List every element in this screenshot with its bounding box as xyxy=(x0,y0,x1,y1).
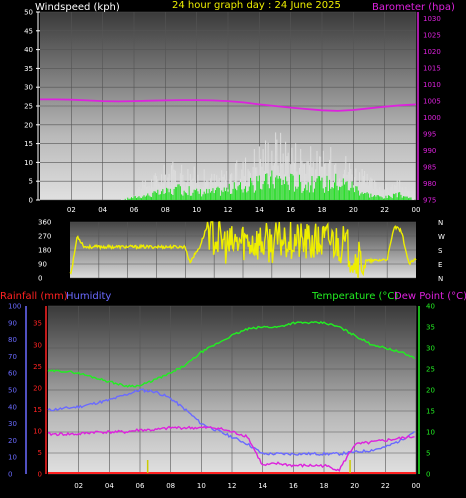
graph-title: 24 hour graph day : 24 June 2025 xyxy=(172,0,341,11)
y2-tick-label: 1005 xyxy=(423,98,441,106)
direction-letter: E xyxy=(438,261,442,269)
panel3-x-tick-label: 14 xyxy=(258,482,267,490)
temp-tick-label: 10 xyxy=(426,429,435,437)
direction-letter: N xyxy=(438,275,443,283)
direction-letter: N xyxy=(438,219,443,227)
temp-tick-label: 30 xyxy=(426,345,435,353)
direction-letter: S xyxy=(438,247,443,255)
x-tick-label: 08 xyxy=(161,206,170,214)
y-tick-label: 45 xyxy=(24,27,33,35)
y-tick-label: 15 xyxy=(24,140,33,148)
dewpoint-label: Dew Point (°C) xyxy=(394,291,466,302)
x-tick-label: 20 xyxy=(349,206,358,214)
dir-tick-label: 360 xyxy=(38,219,51,227)
humidity-tick-label: 100 xyxy=(8,303,21,311)
panel3-x-tick-label: 06 xyxy=(136,482,145,490)
y2-tick-label: 1025 xyxy=(423,32,441,40)
x-tick-label: 22 xyxy=(380,206,389,214)
y2-tick-label: 1030 xyxy=(423,15,441,23)
y-tick-label: 30 xyxy=(24,84,33,92)
humidity-tick-label: 20 xyxy=(8,437,17,445)
panel3-x-tick-label: 04 xyxy=(105,482,114,490)
x-tick-label: 00 xyxy=(412,206,421,214)
rain-tick-label: 25 xyxy=(33,363,42,371)
panel3-x-tick-label: 22 xyxy=(381,482,390,490)
y-tick-label: 40 xyxy=(24,46,33,54)
panel3-x-tick-label: 00 xyxy=(412,482,421,490)
panel3-x-tick-label: 02 xyxy=(74,482,83,490)
humidity-tick-label: 50 xyxy=(8,387,17,395)
y2-tick-label: 1020 xyxy=(423,48,441,56)
humidity-tick-label: 0 xyxy=(8,471,12,479)
y-tick-label: 25 xyxy=(24,103,33,111)
panel3-x-tick-label: 20 xyxy=(350,482,359,490)
y-tick-label: 0 xyxy=(29,197,33,205)
x-tick-label: 10 xyxy=(192,206,201,214)
humidity-tick-label: 80 xyxy=(8,336,17,344)
rain-tick-label: 10 xyxy=(33,427,42,435)
y2-tick-label: 1000 xyxy=(423,114,441,122)
x-tick-label: 16 xyxy=(286,206,295,214)
temp-tick-label: 15 xyxy=(426,408,435,416)
rainfall-label: Rainfall (mm) xyxy=(0,291,68,302)
temp-tick-label: 5 xyxy=(426,450,430,458)
dir-tick-label: 270 xyxy=(38,233,51,241)
y2-tick-label: 990 xyxy=(423,147,436,155)
temp-tick-label: 20 xyxy=(426,387,435,395)
weather-graph-page: Windspeed (kph) 24 hour graph day : 24 J… xyxy=(0,0,466,498)
humidity-tick-label: 10 xyxy=(8,454,17,462)
temp-tick-label: 0 xyxy=(426,471,430,479)
humidity-tick-label: 60 xyxy=(8,370,17,378)
x-tick-label: 06 xyxy=(130,206,139,214)
y2-tick-label: 1015 xyxy=(423,65,441,73)
temp-tick-label: 25 xyxy=(426,366,435,374)
temperature-label: Temperature (°C) xyxy=(311,291,398,302)
y2-tick-label: 985 xyxy=(423,164,436,172)
y-tick-label: 35 xyxy=(24,65,33,73)
windspeed-label: Windspeed (kph) xyxy=(35,2,120,13)
panel3-x-tick-label: 18 xyxy=(320,482,329,490)
x-tick-label: 14 xyxy=(255,206,264,214)
y2-tick-label: 975 xyxy=(423,197,436,205)
y2-tick-label: 980 xyxy=(423,180,436,188)
x-tick-label: 04 xyxy=(98,206,107,214)
y-tick-label: 50 xyxy=(24,9,33,17)
barometer-label: Barometer (hpa) xyxy=(372,2,455,13)
humidity-tick-label: 70 xyxy=(8,353,17,361)
rain-tick-label: 20 xyxy=(33,384,42,392)
weather-chart-svg: Windspeed (kph) 24 hour graph day : 24 J… xyxy=(0,0,466,490)
x-tick-label: 12 xyxy=(224,206,233,214)
y-tick-label: 10 xyxy=(24,159,33,167)
dir-tick-label: 0 xyxy=(38,275,42,283)
x-tick-label: 02 xyxy=(67,206,76,214)
rain-tick-label: 0 xyxy=(38,471,42,479)
rain-tick-label: 15 xyxy=(33,406,42,414)
rain-tick-label: 5 xyxy=(38,449,42,457)
y-tick-label: 20 xyxy=(24,121,33,129)
humidity-tick-label: 40 xyxy=(8,403,17,411)
x-tick-label: 18 xyxy=(318,206,327,214)
panel3-x-tick-label: 12 xyxy=(228,482,237,490)
y2-tick-label: 1010 xyxy=(423,81,441,89)
dir-tick-label: 180 xyxy=(38,247,51,255)
temp-tick-label: 35 xyxy=(426,324,435,332)
y-tick-label: 5 xyxy=(29,178,33,186)
humidity-label: Humidity xyxy=(66,291,111,302)
rain-tick-label: 35 xyxy=(33,320,42,328)
y2-tick-label: 995 xyxy=(423,131,436,139)
dir-tick-label: 90 xyxy=(38,261,47,269)
temp-tick-label: 40 xyxy=(426,303,435,311)
panel3-x-tick-label: 10 xyxy=(197,482,206,490)
panel3-x-tick-label: 08 xyxy=(166,482,175,490)
panel3-x-tick-label: 16 xyxy=(289,482,298,490)
humidity-tick-label: 30 xyxy=(8,420,17,428)
humidity-tick-label: 90 xyxy=(8,319,17,327)
direction-letter: W xyxy=(438,233,445,241)
rain-tick-label: 30 xyxy=(33,341,42,349)
